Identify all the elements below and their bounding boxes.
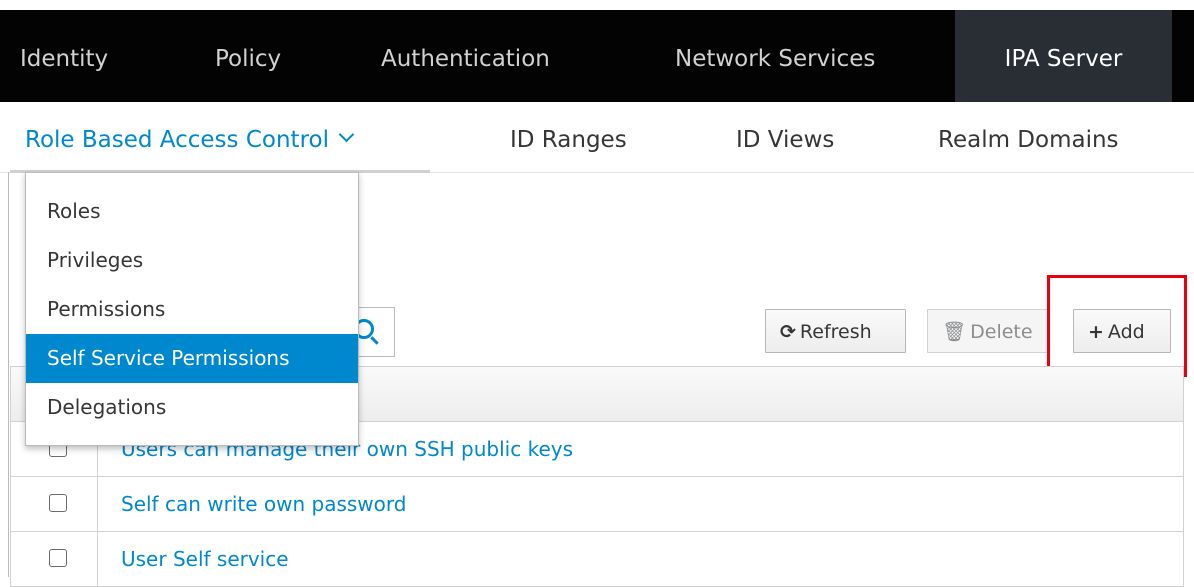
subnav-rbac[interactable]: Role Based Access Control [25, 102, 355, 172]
nav-identity[interactable]: Identity [20, 10, 108, 102]
top-navigation: Identity Policy Authentication Network S… [0, 10, 1194, 102]
menu-item-permissions[interactable]: Permissions [26, 285, 358, 334]
menu-item-delegations[interactable]: Delegations [26, 383, 358, 432]
nav-policy[interactable]: Policy [215, 10, 281, 102]
menu-item-privileges[interactable]: Privileges [26, 236, 358, 285]
menu-item-roles[interactable]: Roles [26, 187, 358, 236]
row-checkbox[interactable] [49, 494, 67, 512]
row-link[interactable]: User Self service [121, 532, 289, 587]
add-button-highlight [1047, 275, 1187, 377]
chevron-down-icon [338, 126, 355, 143]
subnav-realm-domains[interactable]: Realm Domains [938, 102, 1119, 172]
menu-item-self-service-permissions[interactable]: Self Service Permissions [26, 334, 358, 383]
checkbox-cell [11, 532, 98, 586]
rbac-dropdown-menu: Roles Privileges Permissions Self Servic… [25, 172, 359, 446]
refresh-label: Refresh [799, 321, 872, 343]
subnav-rbac-label: Role Based Access Control [25, 127, 329, 153]
row-link[interactable]: Self can write own password [121, 477, 406, 532]
nav-authentication[interactable]: Authentication [381, 10, 550, 102]
content-left-edge [0, 172, 9, 577]
nav-ipa-server[interactable]: IPA Server [955, 10, 1172, 102]
checkbox-cell [11, 477, 98, 531]
subnav-id-ranges[interactable]: ID Ranges [510, 102, 627, 172]
secondary-navigation: Role Based Access Control ID Ranges ID V… [0, 102, 1194, 173]
table-row: User Self service [10, 532, 1184, 587]
table-row: Self can write own password [10, 477, 1184, 532]
nav-right-edge [1172, 10, 1194, 102]
nav-network-services[interactable]: Network Services [675, 10, 875, 102]
row-checkbox[interactable] [49, 549, 67, 567]
subnav-id-views[interactable]: ID Views [736, 102, 834, 172]
refresh-button[interactable]: ⟳ Refresh [765, 309, 906, 353]
refresh-icon: ⟳ [780, 321, 796, 343]
delete-button[interactable]: 🗑 Delete [927, 309, 1050, 353]
trash-icon: 🗑 [942, 321, 967, 343]
delete-label: Delete [970, 321, 1033, 343]
